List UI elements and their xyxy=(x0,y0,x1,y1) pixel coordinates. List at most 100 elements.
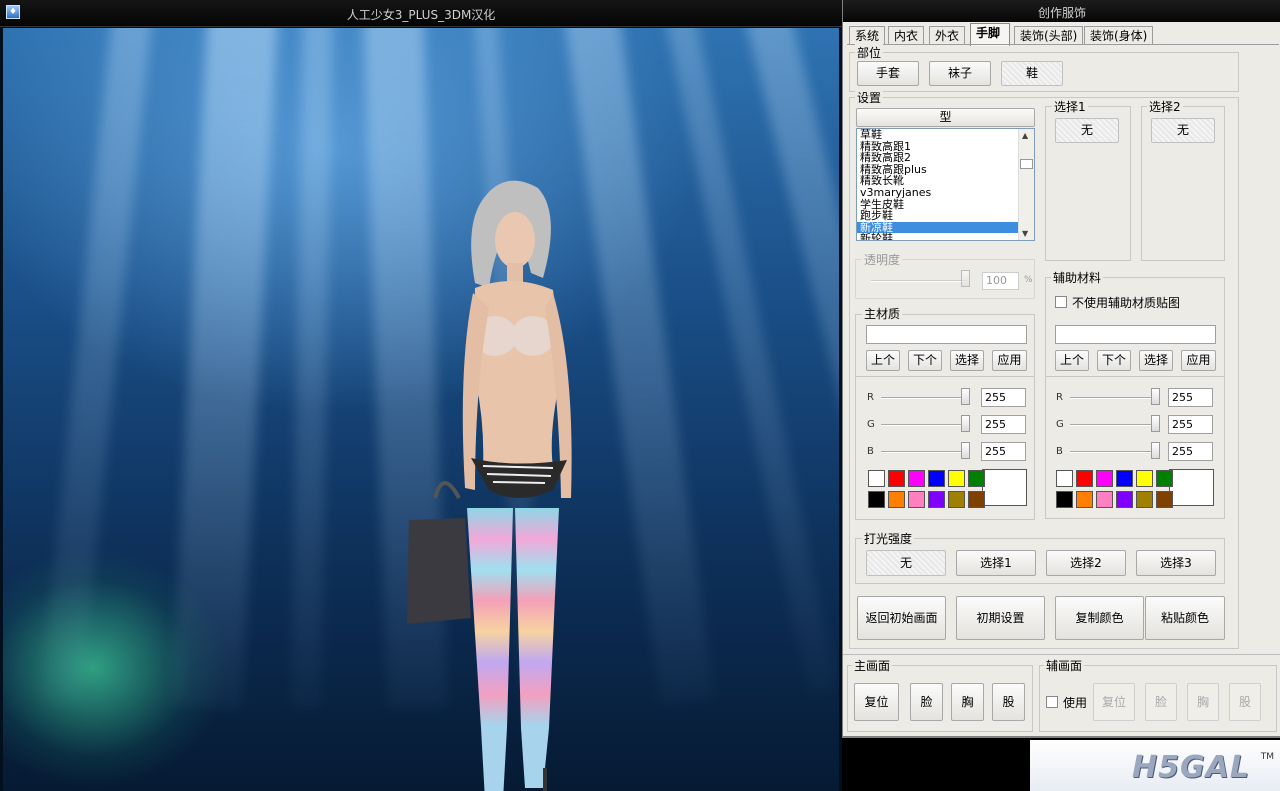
main-color-swatch[interactable] xyxy=(948,491,965,508)
main-color-swatch[interactable] xyxy=(968,491,985,508)
main-material-prev-button[interactable]: 上个 xyxy=(866,350,900,371)
list-item[interactable]: 跑步鞋 xyxy=(857,210,1034,222)
aux-color-swatch[interactable] xyxy=(1056,470,1073,487)
aux-r-input[interactable]: 255 xyxy=(1168,388,1213,407)
aux-view-chest-button[interactable]: 胸 xyxy=(1187,683,1219,721)
aux-view-hip-button[interactable]: 股 xyxy=(1229,683,1261,721)
scroll-up-icon[interactable]: ▲ xyxy=(1022,131,1028,140)
aux-g-input[interactable]: 255 xyxy=(1168,415,1213,434)
main-material-apply-button[interactable]: 应用 xyxy=(992,350,1027,371)
main-color-swatch[interactable] xyxy=(908,491,925,508)
aux-color-swatch[interactable] xyxy=(1116,491,1133,508)
shoe-list-scrollbar[interactable]: ▲ ▼ xyxy=(1018,129,1034,240)
aux-g-slider[interactable] xyxy=(1070,424,1158,426)
aux-b-slider-thumb[interactable] xyxy=(1151,442,1160,459)
lighting-option2-button[interactable]: 选择2 xyxy=(1046,550,1126,576)
main-color-swatch[interactable] xyxy=(928,470,945,487)
main-b-input[interactable]: 255 xyxy=(981,442,1026,461)
game-titlebar[interactable]: ♦ 人工少女3_PLUS_3DM汉化 xyxy=(0,0,842,27)
editor-titlebar[interactable]: 创作服饰 xyxy=(843,0,1280,22)
main-color-swatch[interactable] xyxy=(868,491,885,508)
list-item[interactable]: 新轮鞋 xyxy=(857,233,1034,240)
aux-view-face-button[interactable]: 脸 xyxy=(1145,683,1177,721)
main-r-slider-thumb[interactable] xyxy=(961,388,970,405)
list-item[interactable]: v3maryjanes xyxy=(857,187,1034,199)
aux-color-preview[interactable] xyxy=(1169,469,1214,506)
aux-color-swatch[interactable] xyxy=(1096,470,1113,487)
aux-b-slider[interactable] xyxy=(1070,451,1158,453)
main-b-slider-thumb[interactable] xyxy=(961,442,970,459)
aux-color-swatch[interactable] xyxy=(1156,470,1173,487)
scroll-down-icon[interactable]: ▼ xyxy=(1022,229,1028,238)
transparency-slider[interactable] xyxy=(871,280,967,282)
list-item[interactable]: 草鞋 xyxy=(857,129,1034,141)
main-material-next-button[interactable]: 下个 xyxy=(908,350,942,371)
main-view-hip-button[interactable]: 股 xyxy=(992,683,1025,721)
lighting-option1-button[interactable]: 选择1 xyxy=(956,550,1036,576)
main-view-face-button[interactable]: 脸 xyxy=(910,683,943,721)
aux-b-input[interactable]: 255 xyxy=(1168,442,1213,461)
tab-system[interactable]: 系统 xyxy=(849,26,886,45)
aux-color-swatch[interactable] xyxy=(1136,470,1153,487)
transparency-input[interactable]: 100 xyxy=(982,272,1019,290)
return-to-start-button[interactable]: 返回初始画面 xyxy=(857,596,946,640)
lighting-none-button[interactable]: 无 xyxy=(866,550,946,576)
main-g-input[interactable]: 255 xyxy=(981,415,1026,434)
main-g-slider-thumb[interactable] xyxy=(961,415,970,432)
3d-viewport[interactable] xyxy=(3,28,839,791)
main-r-input[interactable]: 255 xyxy=(981,388,1026,407)
main-color-swatch[interactable] xyxy=(888,491,905,508)
main-color-swatch[interactable] xyxy=(948,470,965,487)
main-g-slider[interactable] xyxy=(881,424,969,426)
tab-body-accessory[interactable]: 装饰(身体) xyxy=(1084,26,1154,45)
aux-r-slider[interactable] xyxy=(1070,397,1158,399)
shoe-type-list[interactable]: 草鞋 精致高跟1 精致高跟2 精致高跟plus 精致长靴 v3maryjanes 学生皮鞋跑… xyxy=(856,128,1035,241)
main-color-swatch[interactable] xyxy=(888,470,905,487)
select2-value-button[interactable]: 无 xyxy=(1151,118,1215,143)
aux-material-apply-button[interactable]: 应用 xyxy=(1181,350,1216,371)
main-color-swatch[interactable] xyxy=(968,470,985,487)
main-r-slider[interactable] xyxy=(881,397,969,399)
main-color-swatch[interactable] xyxy=(868,470,885,487)
shoes-button[interactable]: 鞋 xyxy=(1001,61,1063,86)
lighting-option3-button[interactable]: 选择3 xyxy=(1136,550,1216,576)
aux-color-swatch[interactable] xyxy=(1076,470,1093,487)
aux-color-swatch[interactable] xyxy=(1116,470,1133,487)
gloves-button[interactable]: 手套 xyxy=(857,61,919,86)
scroll-thumb[interactable] xyxy=(1020,159,1033,169)
aux-r-slider-thumb[interactable] xyxy=(1151,388,1160,405)
main-b-slider[interactable] xyxy=(881,451,969,453)
aux-material-next-button[interactable]: 下个 xyxy=(1097,350,1131,371)
type-column-header[interactable]: 型 xyxy=(856,108,1035,127)
tab-head-accessory[interactable]: 装饰(头部) xyxy=(1014,26,1084,45)
main-color-swatch[interactable] xyxy=(908,470,925,487)
main-view-chest-button[interactable]: 胸 xyxy=(951,683,984,721)
aux-view-reset-button[interactable]: 复位 xyxy=(1093,683,1135,721)
aux-view-use-checkbox[interactable] xyxy=(1046,696,1058,708)
main-color-preview[interactable] xyxy=(982,469,1027,506)
tab-hands-feet[interactable]: 手脚 xyxy=(970,23,1010,46)
tab-outerwear[interactable]: 外衣 xyxy=(929,26,966,45)
paste-color-button[interactable]: 粘贴颜色 xyxy=(1145,596,1225,640)
transparency-slider-thumb[interactable] xyxy=(961,270,970,287)
aux-color-swatch[interactable] xyxy=(1136,491,1153,508)
aux-color-swatch[interactable] xyxy=(1056,491,1073,508)
main-color-swatch[interactable] xyxy=(928,491,945,508)
aux-material-select-button[interactable]: 选择 xyxy=(1139,350,1173,371)
aux-color-swatch[interactable] xyxy=(1076,491,1093,508)
aux-color-swatch[interactable] xyxy=(1096,491,1113,508)
main-material-input[interactable] xyxy=(866,325,1027,344)
tab-underwear[interactable]: 内衣 xyxy=(888,26,925,45)
aux-material-input[interactable] xyxy=(1055,325,1216,344)
aux-material-checkbox[interactable] xyxy=(1055,296,1067,308)
character-model[interactable] xyxy=(403,168,603,791)
initial-settings-button[interactable]: 初期设置 xyxy=(956,596,1045,640)
socks-button[interactable]: 袜子 xyxy=(929,61,991,86)
main-material-select-button[interactable]: 选择 xyxy=(950,350,984,371)
main-view-reset-button[interactable]: 复位 xyxy=(854,683,899,721)
aux-color-swatch[interactable] xyxy=(1156,491,1173,508)
aux-material-prev-button[interactable]: 上个 xyxy=(1055,350,1089,371)
select1-value-button[interactable]: 无 xyxy=(1055,118,1119,143)
copy-color-button[interactable]: 复制颜色 xyxy=(1055,596,1144,640)
aux-g-slider-thumb[interactable] xyxy=(1151,415,1160,432)
